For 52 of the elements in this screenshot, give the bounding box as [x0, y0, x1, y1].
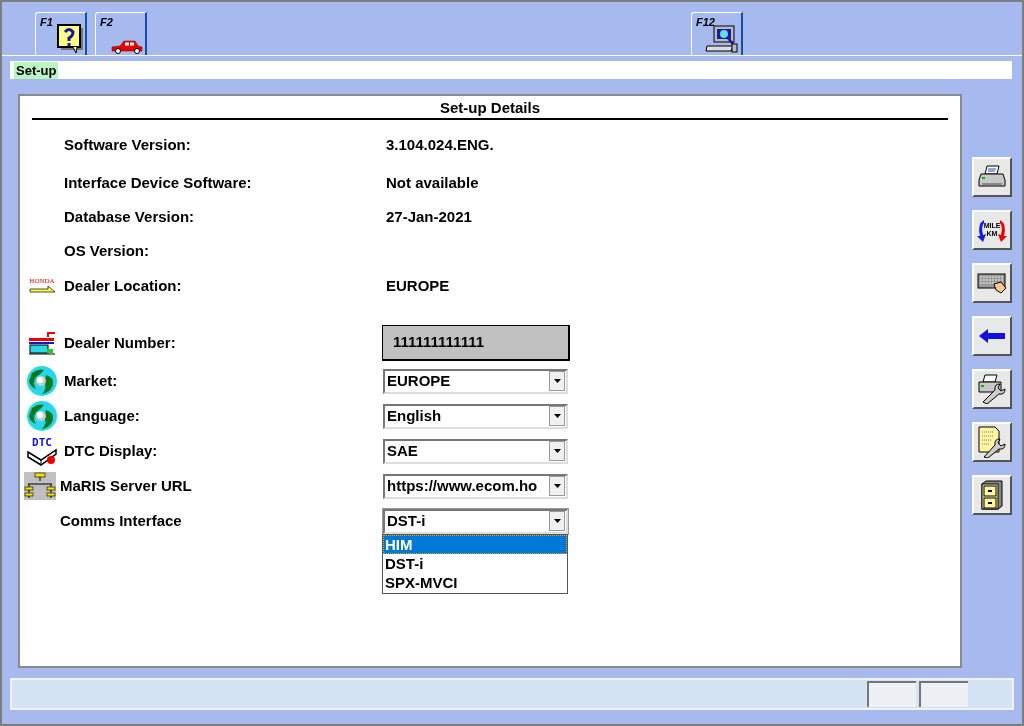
field-label: Software Version: [64, 134, 192, 155]
field-value: 3.104.024.ENG. [386, 134, 494, 155]
left-arrow-icon [978, 329, 1006, 343]
flowchart-icon [24, 472, 56, 500]
field-label: MaRIS Server URL [60, 475, 193, 496]
field-label: Language: [64, 405, 141, 426]
toolbar-button[interactable] [972, 422, 1012, 462]
toolbar-button[interactable] [972, 369, 1012, 409]
dropdown[interactable]: DST-i [383, 508, 568, 534]
dropdown[interactable]: English [383, 403, 568, 429]
printer-icon [978, 165, 1006, 189]
globe-icon [26, 400, 58, 432]
printer-wrench-icon [977, 374, 1007, 404]
function-key-tab[interactable]: F1 [35, 12, 87, 55]
document-wrench-icon [977, 426, 1007, 458]
globe-icon [26, 365, 58, 397]
function-key-tab[interactable]: F2 [95, 12, 147, 55]
breadcrumb: Set-up [14, 61, 59, 79]
field-value: Not available [386, 172, 479, 193]
dealership-icon [28, 331, 56, 355]
keyboard-hand-icon [977, 272, 1007, 294]
computer-magnifier-icon [705, 24, 739, 54]
field-label: Interface Device Software: [64, 172, 253, 193]
question-icon [57, 24, 83, 54]
dropdown-option[interactable]: DST-i [383, 554, 567, 573]
dropdown-option[interactable]: SPX-MVCI [383, 573, 567, 592]
status-panel [919, 681, 968, 707]
status-panel [867, 681, 916, 707]
toolbar-button[interactable] [972, 263, 1012, 303]
field-label: Database Version: [64, 206, 196, 227]
toolbar-button[interactable] [972, 475, 1012, 515]
toolbar-button[interactable] [972, 157, 1012, 197]
field-label: Market: [64, 370, 119, 391]
panel-title: Set-up Details [32, 98, 948, 120]
field-label: Comms Interface [60, 510, 183, 531]
dropdown[interactable]: https://www.ecom.ho [383, 473, 568, 499]
key-label: F1 [40, 15, 53, 30]
dropdown-option[interactable]: HIM [383, 535, 567, 554]
field-value: 27-Jan-2021 [386, 206, 472, 227]
dropdown[interactable]: SAE [383, 438, 568, 464]
key-label: F12 [696, 15, 715, 30]
filing-cabinet-icon [981, 480, 1003, 510]
field-label: OS Version: [64, 240, 151, 261]
field-label: Dealer Location: [64, 275, 183, 296]
toolbar-button[interactable] [972, 316, 1012, 356]
dropdown[interactable]: EUROPE [383, 368, 568, 394]
function-key-tab[interactable]: F12 [691, 12, 743, 55]
field-label: Dealer Number: [64, 332, 177, 353]
field-label: DTC Display: [64, 440, 159, 461]
dealer-number-field[interactable]: 111111111111 [382, 325, 570, 361]
key-label: F2 [100, 15, 113, 30]
field-value: EUROPE [386, 275, 450, 296]
